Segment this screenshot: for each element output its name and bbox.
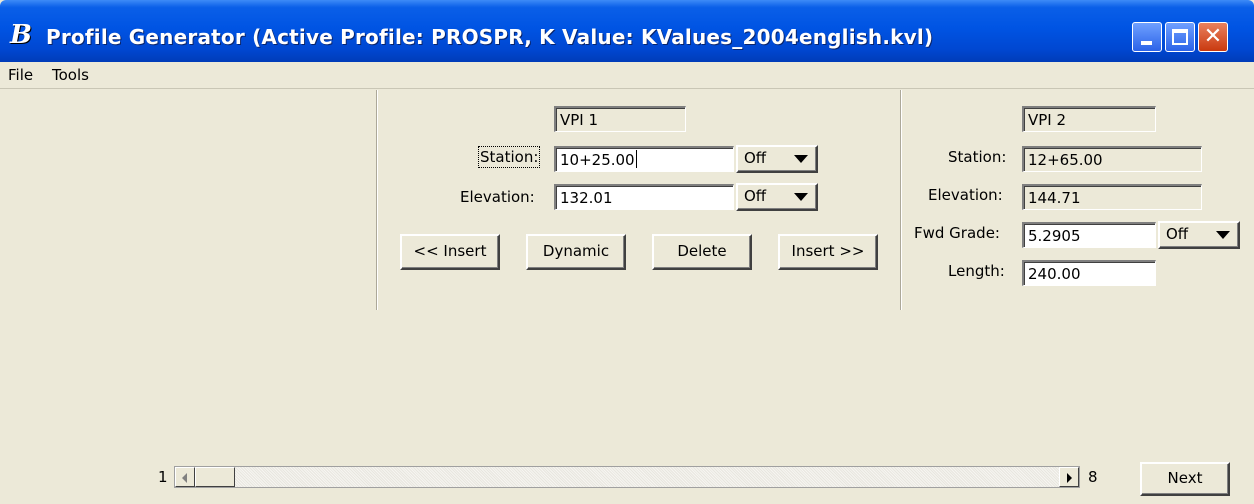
vpi-scrollbar[interactable] xyxy=(174,466,1080,488)
dropdown-arrow-icon xyxy=(794,193,808,201)
dropdown-arrow-icon xyxy=(794,155,808,163)
window-title: Profile Generator (Active Profile: PROSP… xyxy=(46,25,934,49)
title-bar[interactable]: B Profile Generator (Active Profile: PRO… xyxy=(0,0,1254,62)
panel-divider-right xyxy=(900,90,902,310)
scroll-thumb[interactable] xyxy=(195,467,235,487)
minimize-button[interactable] xyxy=(1132,22,1162,52)
dropdown-arrow-icon xyxy=(1216,231,1230,239)
vpi1-elevation-label: Elevation: xyxy=(460,188,535,206)
text-caret xyxy=(635,150,637,168)
close-button[interactable]: ✕ xyxy=(1198,22,1228,52)
maximize-button[interactable] xyxy=(1165,22,1195,52)
vpi1-elevation-input[interactable]: 132.01 xyxy=(554,184,734,210)
panel-divider-left xyxy=(376,90,378,310)
vpi1-station-label: Station: xyxy=(477,146,541,168)
vpi2-fwd-grade-lock-value: Off xyxy=(1166,225,1189,243)
vpi2-station-field: 12+65.00 xyxy=(1022,146,1202,172)
vpi1-title-field: VPI 1 xyxy=(554,106,686,132)
nav-min-label: 1 xyxy=(158,468,168,486)
vpi1-elevation-lock-value: Off xyxy=(744,187,767,205)
vpi1-station-lock-value: Off xyxy=(744,149,767,167)
menu-tools[interactable]: Tools xyxy=(52,66,89,84)
insert-before-button[interactable]: << Insert xyxy=(400,234,500,270)
close-icon: ✕ xyxy=(1203,24,1223,49)
vpi2-title-field: VPI 2 xyxy=(1022,106,1156,132)
maximize-icon xyxy=(1172,29,1188,45)
scroll-left-icon xyxy=(182,473,187,483)
vpi1-station-value: 10+25.00 xyxy=(560,151,635,169)
menu-bar: File Tools xyxy=(0,62,1254,89)
vpi2-length-label: Length: xyxy=(948,262,1005,280)
app-icon: B xyxy=(10,20,32,50)
scroll-right-button[interactable] xyxy=(1059,467,1079,487)
minimize-icon xyxy=(1141,41,1152,45)
scroll-right-icon xyxy=(1067,473,1072,483)
vpi2-fwd-grade-input[interactable]: 5.2905 xyxy=(1022,222,1156,248)
vpi1-elevation-lock-dropdown[interactable]: Off xyxy=(736,183,818,211)
vpi2-length-input[interactable]: 240.00 xyxy=(1022,260,1156,286)
vpi1-station-input[interactable]: 10+25.00 xyxy=(554,146,734,172)
scroll-left-button[interactable] xyxy=(175,467,195,487)
vpi2-fwd-grade-label: Fwd Grade: xyxy=(914,224,1000,242)
next-button[interactable]: Next xyxy=(1140,462,1230,496)
dynamic-button[interactable]: Dynamic xyxy=(526,234,626,270)
nav-max-label: 8 xyxy=(1088,468,1098,486)
vpi2-station-label: Station: xyxy=(948,148,1007,166)
vpi2-elevation-label: Elevation: xyxy=(928,186,1003,204)
menu-file[interactable]: File xyxy=(8,66,33,84)
vpi2-elevation-field: 144.71 xyxy=(1022,184,1202,210)
vpi1-station-lock-dropdown[interactable]: Off xyxy=(736,145,818,173)
insert-after-button[interactable]: Insert >> xyxy=(778,234,878,270)
vpi2-fwd-grade-lock-dropdown[interactable]: Off xyxy=(1158,221,1240,249)
delete-button[interactable]: Delete xyxy=(652,234,752,270)
